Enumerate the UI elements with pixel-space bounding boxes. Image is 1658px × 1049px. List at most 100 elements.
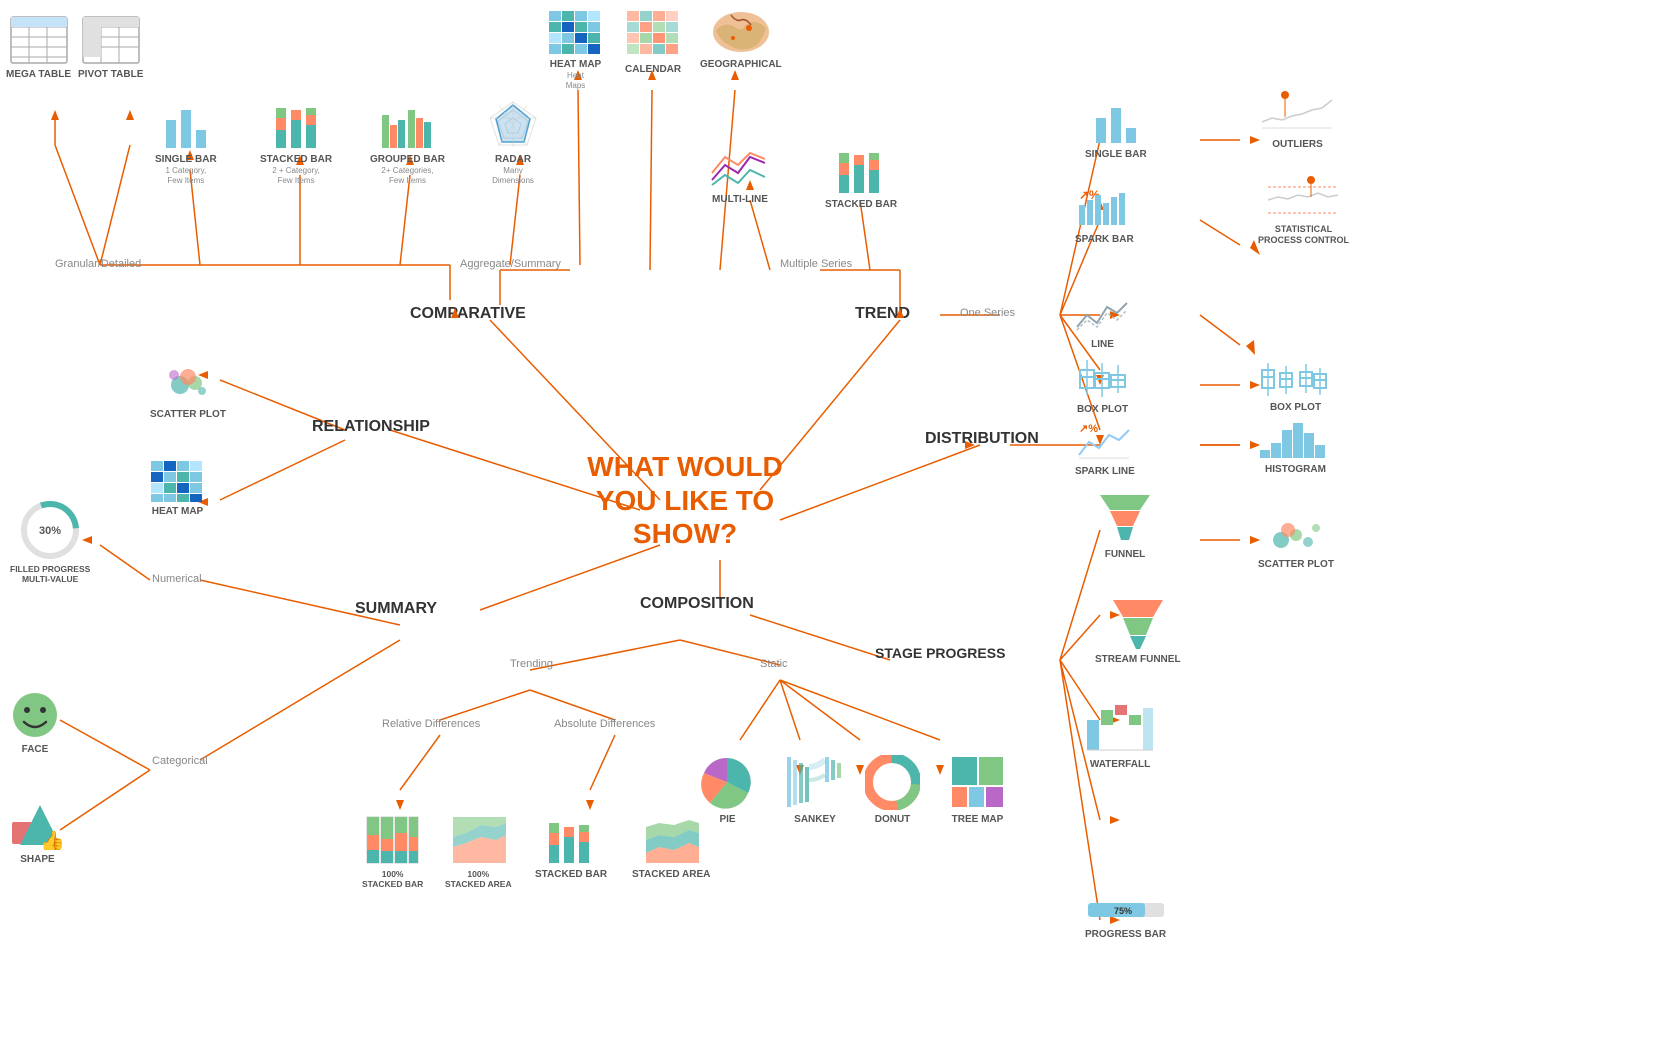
aggregate-label: Aggregate/Summary <box>460 258 561 270</box>
node-stacked-bar-comp[interactable]: STACKED BAR 2 + Category,Few Items <box>260 100 332 185</box>
node-single-bar-right[interactable]: SINGLE BAR <box>1085 100 1147 161</box>
node-stream-funnel[interactable]: STREAM FUNNEL <box>1095 595 1181 666</box>
single-bar-icon <box>161 100 211 150</box>
stacked-area-label: STACKED AREA <box>632 869 710 881</box>
100-stacked-area-label: 100%STACKED AREA <box>445 869 512 889</box>
node-tree-map[interactable]: TREE MAP <box>950 755 1005 826</box>
node-histogram[interactable]: HISTOGRAM <box>1258 415 1333 476</box>
box-plot-right-label: BOX PLOT <box>1270 402 1321 414</box>
stage-progress-label: STAGE PROGRESS <box>875 645 1005 661</box>
node-progress-bar[interactable]: 75% PROGRESS BAR <box>1085 895 1166 941</box>
stacked-bar-comp-sublabel: 2 + Category,Few Items <box>272 166 320 185</box>
stacked-bar-comp-bottom-icon <box>544 815 599 865</box>
stream-funnel-label: STREAM FUNNEL <box>1095 654 1181 666</box>
heat-map-rel-label: HEAT MAP <box>152 506 203 518</box>
scatter-rel-icon <box>160 355 215 405</box>
node-filled-progress[interactable]: 30% FILLED PROGRESSMULTI-VALUE <box>10 500 90 584</box>
node-100-stacked-area[interactable]: 100%STACKED AREA <box>445 815 512 889</box>
node-spark-bar[interactable]: ↗% SPARK BAR <box>1075 185 1134 246</box>
node-spc[interactable]: STATISTICALPROCESS CONTROL <box>1258 175 1349 246</box>
node-radar[interactable]: RADAR ManyDimensions <box>488 100 538 185</box>
node-single-bar-comp[interactable]: SINGLE BAR 1 Category,Few Items <box>155 100 217 185</box>
single-bar-right-icon <box>1091 100 1141 145</box>
node-shape[interactable]: 👍 SHAPE <box>10 800 65 866</box>
node-spark-line[interactable]: ↗% SPARK LINE <box>1075 420 1135 478</box>
node-pivot-table[interactable]: PIVOT TABLE <box>78 15 143 81</box>
relationship-label: RELATIONSHIP <box>312 418 430 436</box>
node-line[interactable]: LINE <box>1075 295 1130 351</box>
outliers-icon <box>1260 90 1335 135</box>
svg-text:75%: 75% <box>1114 906 1132 916</box>
node-heat-map-rel[interactable]: HEAT MAP <box>150 460 205 518</box>
line-label: LINE <box>1091 339 1114 351</box>
node-calendar[interactable]: CALENDAR <box>625 10 681 76</box>
donut-icon <box>865 755 920 810</box>
grouped-bar-icon <box>380 100 435 150</box>
spc-label: STATISTICALPROCESS CONTROL <box>1258 224 1349 246</box>
distribution-label: DISTRIBUTION <box>925 430 1039 448</box>
node-stacked-bar-comp-bottom[interactable]: STACKED BAR <box>535 815 607 881</box>
relative-diff-label: Relative Differences <box>382 718 480 730</box>
comparative-label: COMPARATIVE <box>410 305 526 323</box>
summary-label: SUMMARY <box>355 600 437 618</box>
node-scatter-rel[interactable]: SCATTER PLOT <box>150 355 226 421</box>
outliers-label: OUTLIERS <box>1272 139 1323 151</box>
box-plot-label: BOX PLOT <box>1077 404 1128 416</box>
node-face[interactable]: FACE <box>10 690 60 756</box>
box-plot-icon <box>1075 355 1130 400</box>
multi-line-icon <box>710 145 770 190</box>
node-100-stacked-bar[interactable]: 100%STACKED BAR <box>362 815 423 889</box>
node-box-plot-right[interactable]: BOX PLOT <box>1258 358 1333 414</box>
node-outliers[interactable]: OUTLIERS <box>1260 90 1335 151</box>
node-geographical[interactable]: GEOGRAPHICAL <box>700 10 782 71</box>
sankey-icon <box>785 755 845 810</box>
stacked-bar-comp-bottom-label: STACKED BAR <box>535 869 607 881</box>
node-waterfall[interactable]: WATERFALL <box>1085 700 1155 771</box>
svg-text:↗%: ↗% <box>1079 423 1098 435</box>
svg-text:👍: 👍 <box>40 829 65 850</box>
face-icon <box>10 690 60 740</box>
node-sankey[interactable]: SANKEY <box>785 755 845 826</box>
filled-progress-icon: 30% <box>20 500 80 560</box>
single-bar-right-label: SINGLE BAR <box>1085 149 1147 161</box>
single-bar-label: SINGLE BAR <box>155 154 217 166</box>
spark-line-label: SPARK LINE <box>1075 466 1135 478</box>
filled-progress-label: FILLED PROGRESSMULTI-VALUE <box>10 564 90 584</box>
node-donut[interactable]: DONUT <box>865 755 920 826</box>
svg-text:30%: 30% <box>39 525 61 537</box>
diagram-container: WHAT WOULD YOU LIKE TO SHOW? MEGA TABLE <box>0 0 1658 1049</box>
composition-label: COMPOSITION <box>640 595 754 613</box>
funnel-icon <box>1095 490 1155 545</box>
static-label: Static <box>760 658 788 670</box>
heat-map-top-icon <box>548 10 603 55</box>
multiple-series-label: Multiple Series <box>780 258 852 270</box>
100-stacked-bar-label: 100%STACKED BAR <box>362 869 423 889</box>
absolute-diff-label: Absolute Differences <box>554 718 655 730</box>
pivot-table-label: PIVOT TABLE <box>78 69 143 81</box>
heat-map-top-sublabel: HeatMaps <box>566 71 586 90</box>
grouped-bar-label: GROUPED BAR <box>370 154 445 166</box>
node-stacked-area[interactable]: STACKED AREA <box>632 815 710 881</box>
histogram-icon <box>1258 415 1333 460</box>
progress-bar-label: PROGRESS BAR <box>1085 929 1166 941</box>
node-scatter-dist[interactable]: SCATTER PLOT <box>1258 510 1334 571</box>
node-multi-line[interactable]: MULTI-LINE <box>710 145 770 206</box>
grouped-bar-sublabel: 2+ Categories,Few Items <box>381 166 433 185</box>
numerical-label: Numerical <box>152 573 202 585</box>
histogram-label: HISTOGRAM <box>1265 464 1326 476</box>
shape-icon: 👍 <box>10 800 65 850</box>
node-mega-table[interactable]: MEGA TABLE <box>6 15 71 81</box>
pie-label: PIE <box>719 814 735 826</box>
node-grouped-bar[interactable]: GROUPED BAR 2+ Categories,Few Items <box>370 100 445 185</box>
node-heat-map-top[interactable]: HEAT MAP HeatMaps <box>548 10 603 90</box>
stacked-area-icon <box>644 815 699 865</box>
100-stacked-bar-icon <box>365 815 420 865</box>
scatter-rel-label: SCATTER PLOT <box>150 409 226 421</box>
node-funnel[interactable]: FUNNEL <box>1095 490 1155 561</box>
progress-bar-icon: 75% <box>1086 895 1166 925</box>
mega-table-label: MEGA TABLE <box>6 69 71 81</box>
node-box-plot[interactable]: BOX PLOT <box>1075 355 1130 416</box>
spark-bar-label: SPARK BAR <box>1075 234 1134 246</box>
node-stacked-bar-trend[interactable]: STACKED BAR <box>825 145 897 211</box>
pie-icon <box>700 755 755 810</box>
